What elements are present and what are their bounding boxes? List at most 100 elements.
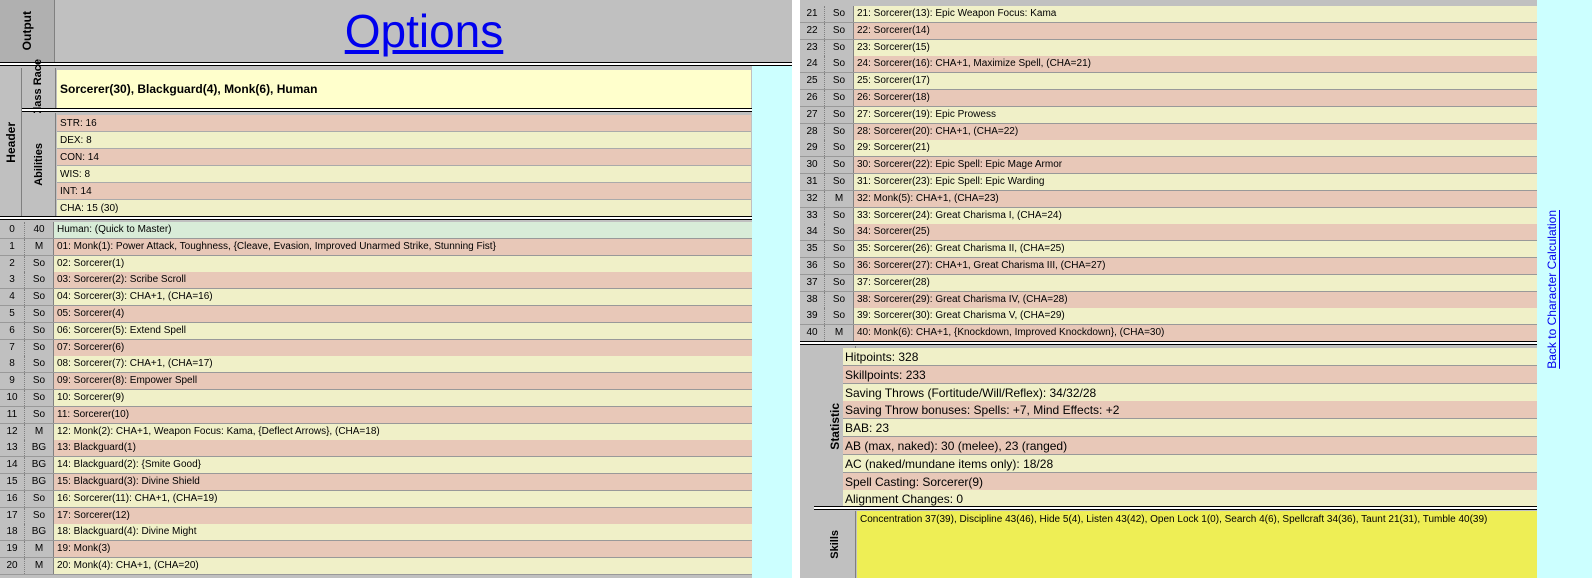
level-number: 11 xyxy=(0,406,25,423)
level-row: 11 So 11: Sorcerer(10) xyxy=(0,406,752,424)
level-row: 16 So 16: Sorcerer(11): CHA+1, (CHA=19) xyxy=(0,490,752,508)
level-class-code: So xyxy=(825,73,854,90)
level-class-code: So xyxy=(25,356,54,373)
level-row: 22 So 22: Sorcerer(14) xyxy=(800,22,1537,40)
level-class-code: So xyxy=(825,106,854,123)
level-text: 28: Sorcerer(20): CHA+1, (CHA=22) xyxy=(854,123,1537,140)
level-text: 15: Blackguard(3): Divine Shield xyxy=(54,474,752,490)
level-number: 34 xyxy=(800,224,825,241)
level-text: 18: Blackguard(4): Divine Might xyxy=(54,524,752,541)
level-text: 09: Sorcerer(8): Empower Spell xyxy=(54,373,752,390)
level-class-code: So xyxy=(825,140,854,157)
statistic-row: Saving Throw bonuses: Spells: +7, Mind E… xyxy=(843,401,1537,420)
level-number: 32 xyxy=(800,190,825,207)
output-label: Output xyxy=(20,11,34,51)
level-text: 03: Sorcerer(2): Scribe Scroll xyxy=(54,272,752,289)
level-text: 16: Sorcerer(11): CHA+1, (CHA=19) xyxy=(54,490,752,507)
level-class-code: BG xyxy=(25,524,54,541)
level-text: 02: Sorcerer(1) xyxy=(54,255,752,272)
level-text: 21: Sorcerer(13): Epic Weapon Focus: Kam… xyxy=(854,6,1537,22)
divider xyxy=(22,108,752,112)
level-class-code: M xyxy=(25,423,54,440)
level-number: 9 xyxy=(0,373,25,390)
classrace-label-cell: Class Race xyxy=(22,59,56,117)
level-text: 06: Sorcerer(5): Extend Spell xyxy=(54,322,752,339)
level-text: 04: Sorcerer(3): CHA+1, (CHA=16) xyxy=(54,289,752,306)
level-number: 15 xyxy=(0,474,25,490)
level-class-code: So xyxy=(25,255,54,272)
level-class-code: So xyxy=(25,490,54,507)
level-number: 36 xyxy=(800,258,825,274)
level-text: 38: Sorcerer(29): Great Charisma IV, (CH… xyxy=(854,291,1537,308)
level-number: 1 xyxy=(0,238,25,255)
level-number: 29 xyxy=(800,140,825,157)
level-row: 34 So 34: Sorcerer(25) xyxy=(800,224,1537,242)
ability-row: INT: 14 xyxy=(57,183,751,200)
level-number: 8 xyxy=(0,356,25,373)
level-class-code: M xyxy=(25,541,54,558)
right-pane: Back to Character Calculation 21 So 21: So… xyxy=(800,0,1592,578)
level-row: 21 So 21: Sorcerer(13): Epic Weapon Focus:… xyxy=(800,6,1537,23)
level-class-code: So xyxy=(825,224,854,241)
level-number: 33 xyxy=(800,207,825,224)
level-text: 22: Sorcerer(14) xyxy=(854,22,1537,39)
divider xyxy=(814,506,1537,510)
level-class-code: M xyxy=(25,558,54,574)
ability-row: DEX: 8 xyxy=(57,132,751,149)
level-class-code: So xyxy=(825,308,854,325)
title-cell: Options xyxy=(56,0,792,62)
level-class-code: So xyxy=(825,123,854,140)
level-row: 35 So 35: Sorcerer(26): Great Charisma II,… xyxy=(800,241,1537,259)
level-row: 4 So 04: Sorcerer(3): CHA+1, (CHA=16) xyxy=(0,289,752,307)
level-class-code: 40 xyxy=(25,222,54,238)
level-text: 36: Sorcerer(27): CHA+1, Great Charisma … xyxy=(854,258,1537,274)
level-text: 17: Sorcerer(12) xyxy=(54,507,752,524)
level-row: 28 So 28: Sorcerer(20): CHA+1, (CHA=22) xyxy=(800,123,1537,141)
level-text: 33: Sorcerer(24): Great Charisma I, (CHA… xyxy=(854,207,1537,224)
level-number: 22 xyxy=(800,22,825,39)
level-text: 40: Monk(6): CHA+1, {Knockdown, Improved… xyxy=(854,325,1537,342)
level-class-code: So xyxy=(825,157,854,174)
level-number: 19 xyxy=(0,541,25,558)
level-row: 14 BG 14: Blackguard(2): {Smite Good} xyxy=(0,457,752,475)
level-number: 37 xyxy=(800,274,825,291)
level-number: 31 xyxy=(800,174,825,190)
level-row: 38 So 38: Sorcerer(29): Great Charisma IV,… xyxy=(800,291,1537,309)
level-text: 10: Sorcerer(9) xyxy=(54,390,752,406)
level-number: 35 xyxy=(800,241,825,258)
level-class-code: So xyxy=(25,272,54,289)
statistic-row: AB (max, naked): 30 (melee), 23 (ranged) xyxy=(843,437,1537,455)
level-number: 23 xyxy=(800,39,825,56)
level-class-code: So xyxy=(825,258,854,274)
level-row: 39 So 39: Sorcerer(30): Great Charisma V, … xyxy=(800,308,1537,326)
level-row: 36 So 36: Sorcerer(27): CHA+1, Great Chari… xyxy=(800,258,1537,275)
level-text: 37: Sorcerer(28) xyxy=(854,274,1537,291)
level-text: 11: Sorcerer(10) xyxy=(54,406,752,423)
back-to-calculation-link[interactable]: Back to Character Calculation xyxy=(1545,210,1559,369)
level-row: 19 M 19: Monk(3) xyxy=(0,541,752,559)
level-number: 5 xyxy=(0,306,25,322)
statistic-row: BAB: 23 xyxy=(843,419,1537,438)
statistic-row: Hitpoints: 328 xyxy=(843,348,1537,366)
level-text: 14: Blackguard(2): {Smite Good} xyxy=(54,457,752,474)
level-text: 26: Sorcerer(18) xyxy=(854,90,1537,106)
level-number: 7 xyxy=(0,339,25,356)
level-number: 38 xyxy=(800,291,825,308)
level-row: 10 So 10: Sorcerer(9) xyxy=(0,390,752,407)
level-text: 35: Sorcerer(26): Great Charisma II, (CH… xyxy=(854,241,1537,258)
level-row: 23 So 23: Sorcerer(15) xyxy=(800,39,1537,57)
divider xyxy=(800,341,1537,345)
level-row: 25 So 25: Sorcerer(17) xyxy=(800,73,1537,91)
level-row: 24 So 24: Sorcerer(16): CHA+1, Maximize Sp… xyxy=(800,56,1537,74)
level-number: 21 xyxy=(800,6,825,22)
level-number: 30 xyxy=(800,157,825,174)
level-row: 26 So 26: Sorcerer(18) xyxy=(800,90,1537,107)
level-row: 5 So 05: Sorcerer(4) xyxy=(0,306,752,323)
level-text: 31: Sorcerer(23): Epic Spell: Epic Wardi… xyxy=(854,174,1537,190)
statistic-row: Saving Throws (Fortitude/Will/Reflex): 3… xyxy=(843,383,1537,402)
options-link[interactable]: Options xyxy=(345,5,504,57)
skills-label: Skills xyxy=(828,530,841,559)
level-text: 34: Sorcerer(25) xyxy=(854,224,1537,241)
level-text: 12: Monk(2): CHA+1, Weapon Focus: Kama, … xyxy=(54,423,752,440)
level-class-code: So xyxy=(825,22,854,39)
